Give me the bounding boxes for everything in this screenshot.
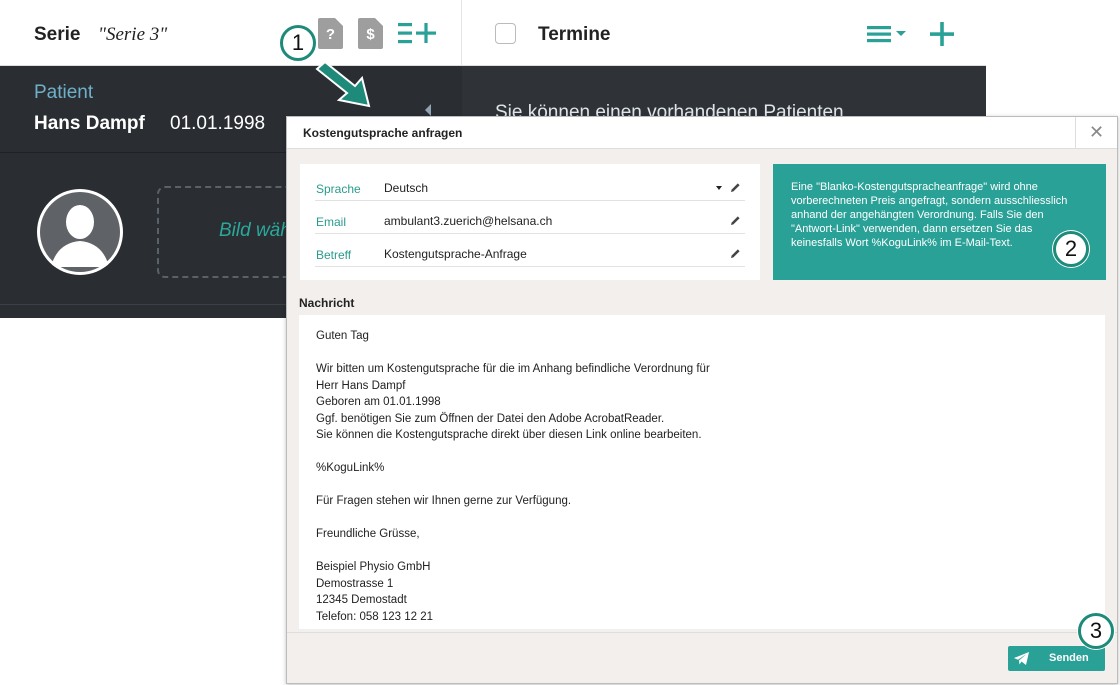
termine-header: Termine [462, 0, 986, 66]
termine-checkbox[interactable] [495, 23, 516, 44]
pencil-icon[interactable] [730, 215, 741, 226]
email-field[interactable]: ambulant3.zuerich@helsana.ch [384, 214, 552, 228]
divider [287, 632, 1117, 633]
annotation-badge-3: 3 [1078, 613, 1114, 649]
subject-field[interactable]: Kostengutsprache-Anfrage [384, 247, 527, 261]
doc-dollar-icon[interactable]: $ [358, 18, 383, 49]
pencil-icon[interactable] [730, 248, 741, 259]
arrow-icon [315, 60, 371, 108]
field-row-email[interactable]: Email ambulant3.zuerich@helsana.ch [315, 201, 745, 234]
fields-card: Sprache Deutsch Email ambulant3.zuerich@… [300, 164, 760, 280]
paper-plane-icon [1014, 652, 1029, 665]
patient-heading: Patient [34, 82, 94, 103]
doc-question-icon[interactable]: ? [318, 18, 343, 49]
list-add-icon[interactable] [396, 18, 438, 48]
avatar-icon [37, 189, 123, 275]
annotation-badge-2: 2 [1053, 231, 1089, 267]
close-button[interactable]: ✕ [1075, 117, 1117, 148]
field-row-sprache[interactable]: Sprache Deutsch [315, 168, 745, 201]
termine-title: Termine [538, 24, 611, 45]
field-row-betreff[interactable]: Betreff Kostengutsprache-Anfrage [315, 234, 745, 267]
message-textarea[interactable]: Guten Tag Wir bitten um Kostengutsprache… [299, 315, 1105, 629]
plus-icon[interactable] [930, 22, 954, 46]
send-label: Senden [1049, 652, 1089, 664]
dialog-title: Kostengutsprache anfragen [303, 126, 463, 140]
patient-name: Hans Dampf [34, 113, 145, 134]
doc-dollar-glyph: $ [366, 26, 375, 43]
series-label: Serie [34, 24, 81, 45]
dialog-header: Kostengutsprache anfragen ✕ [287, 117, 1117, 149]
doc-question-glyph: ? [325, 26, 336, 43]
series-header: Serie "Serie 3" ? $ [0, 0, 462, 66]
language-select[interactable]: Deutsch [384, 181, 428, 195]
send-button[interactable]: Senden [1008, 646, 1105, 671]
collapse-caret-icon[interactable] [425, 104, 431, 116]
kostengutsprache-dialog: Kostengutsprache anfragen ✕ Sprache Deut… [286, 116, 1118, 684]
pencil-icon[interactable] [730, 182, 741, 193]
patient-dob: 01.01.1998 [170, 113, 266, 134]
series-name: "Serie 3" [98, 24, 168, 45]
annotation-badge-1: 1 [280, 25, 316, 61]
field-label: Betreff [316, 248, 352, 262]
info-box: Eine "Blanko-Kostengutspracheanfrage" wi… [773, 164, 1106, 280]
info-text: Eine "Blanko-Kostengutspracheanfrage" wi… [791, 181, 1068, 249]
chevron-down-icon[interactable] [716, 186, 722, 190]
message-text: Guten Tag Wir bitten um Kostengutsprache… [316, 330, 710, 623]
menu-dropdown-icon[interactable] [865, 22, 909, 46]
field-label: Sprache [316, 182, 361, 196]
field-label: Email [316, 215, 347, 229]
message-label: Nachricht [299, 296, 355, 310]
